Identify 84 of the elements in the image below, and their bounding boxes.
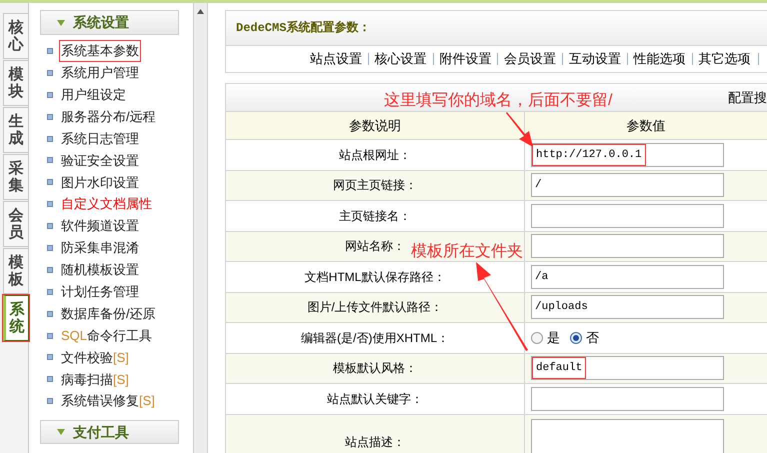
radio-button[interactable] <box>570 332 582 344</box>
bullet-icon <box>47 288 53 295</box>
bullet-icon <box>47 310 53 317</box>
column-header: 参数说明 <box>349 116 401 135</box>
config-tab[interactable]: 核心设置 <box>374 49 427 69</box>
sidebar-link[interactable]: 系统用户管理 <box>59 62 141 84</box>
caret-icon <box>57 20 65 26</box>
parameter-label: 模板默认风格： <box>333 360 417 378</box>
section-title: 系统设置 <box>73 13 129 32</box>
bullet-icon <box>47 244 53 251</box>
input-field[interactable]: http://127.0.0.1 <box>531 142 724 167</box>
bullet-icon <box>47 223 53 230</box>
input-field[interactable] <box>531 204 724 228</box>
annotation-text: 这里填写你的域名，后面不要留/ <box>384 90 612 111</box>
up-arrow-icon <box>197 9 204 14</box>
radio-option[interactable]: 否 <box>570 328 599 348</box>
bullet-icon <box>47 332 53 339</box>
parameter-label: 站点根网址： <box>339 146 411 164</box>
sidebar-link[interactable]: 系统基本参数 <box>59 40 141 62</box>
input-field[interactable]: /uploads <box>531 295 724 320</box>
side-tab[interactable]: 采集 <box>3 154 29 200</box>
column-header: 参数值 <box>626 116 666 135</box>
bullet-icon <box>47 179 53 186</box>
bullet-icon <box>47 157 53 164</box>
config-tab[interactable]: 其它选项 <box>698 49 750 69</box>
sidebar-link[interactable]: 防采集串混淆 <box>59 237 141 259</box>
side-tab[interactable]: 模板 <box>3 248 29 294</box>
bullet-icon <box>47 266 53 273</box>
caret-icon <box>57 429 65 436</box>
side-tab[interactable]: 生成 <box>3 107 29 153</box>
input-field[interactable] <box>531 386 724 411</box>
config-search-label: 配置搜 <box>728 88 767 107</box>
config-tab[interactable]: 性能选项 <box>634 49 686 69</box>
bullet-icon <box>47 376 53 382</box>
parameter-label: 文档HTML默认保存路径： <box>304 268 446 286</box>
parameter-label: 站点默认关键字： <box>327 390 423 408</box>
side-tab[interactable]: 核心 <box>3 13 29 59</box>
parameter-label: 网页主页链接： <box>333 177 417 194</box>
sidebar-link[interactable]: 数据库备份/还原 <box>59 302 158 324</box>
bullet-icon <box>47 398 53 404</box>
sidebar-link[interactable]: 软件频道设置 <box>59 215 141 237</box>
config-tab[interactable]: 站点设置 <box>310 49 362 69</box>
sidebar-link[interactable]: 用户组设定 <box>59 84 128 106</box>
annotation-text: 模板所在文件夹 <box>411 242 523 262</box>
sidebar-link[interactable]: 自定义文档属性 <box>59 193 154 215</box>
parameter-label: 图片/上传文件默认路径： <box>307 299 443 316</box>
sidebar-link[interactable]: 系统日志管理 <box>59 128 141 150</box>
bullet-icon <box>47 354 53 360</box>
sidebar-link[interactable]: 文件校验[S] <box>59 346 131 368</box>
config-tab[interactable]: 互动设置 <box>568 49 621 69</box>
section-title: 支付工具 <box>73 422 129 442</box>
bullet-icon <box>47 201 53 208</box>
sidebar-link[interactable]: 随机模板设置 <box>59 259 141 281</box>
section-header[interactable]: 支付工具 <box>40 420 179 444</box>
parameter-label: 网站名称： <box>345 238 405 256</box>
page-title: DedeCMS系统配置参数： <box>236 20 370 37</box>
bullet-icon <box>47 48 53 54</box>
parameter-label: 编辑器(是/否)使用XHTML： <box>301 330 449 347</box>
input-field[interactable]: / <box>531 173 724 198</box>
input-field[interactable]: /a <box>531 264 724 289</box>
sidebar-link[interactable]: 验证安全设置 <box>59 150 141 172</box>
radio-button[interactable] <box>531 332 543 344</box>
side-tab[interactable]: 会员 <box>3 201 29 247</box>
bullet-icon <box>47 92 53 98</box>
input-field[interactable] <box>531 234 724 258</box>
annotation-arrow <box>506 112 533 147</box>
sidebar-link[interactable]: 图片水印设置 <box>59 172 141 194</box>
sidebar-link[interactable]: SQL命令行工具 <box>59 324 154 346</box>
config-tab[interactable]: 附件设置 <box>439 49 492 69</box>
side-tab[interactable]: 模块 <box>3 60 29 106</box>
parameter-label: 站点描述： <box>345 434 405 450</box>
bullet-icon <box>47 70 53 76</box>
side-tab[interactable]: 系统 <box>3 295 29 341</box>
sidebar-link[interactable]: 服务器分布/远程 <box>59 106 158 128</box>
input-field[interactable]: default <box>531 356 724 380</box>
sidebar-link[interactable]: 系统错误修复[S] <box>59 390 157 412</box>
bullet-icon <box>47 136 53 142</box>
parameter-label: 主页链接名： <box>339 208 411 225</box>
section-header[interactable]: 系统设置 <box>40 10 179 35</box>
config-tab[interactable]: 会员设置 <box>504 49 556 69</box>
sidebar-link[interactable]: 计划任务管理 <box>59 280 141 302</box>
bullet-icon <box>47 114 53 120</box>
sidebar-link[interactable]: 病毒扫描[S] <box>59 368 131 390</box>
radio-option[interactable]: 是 <box>531 328 560 348</box>
